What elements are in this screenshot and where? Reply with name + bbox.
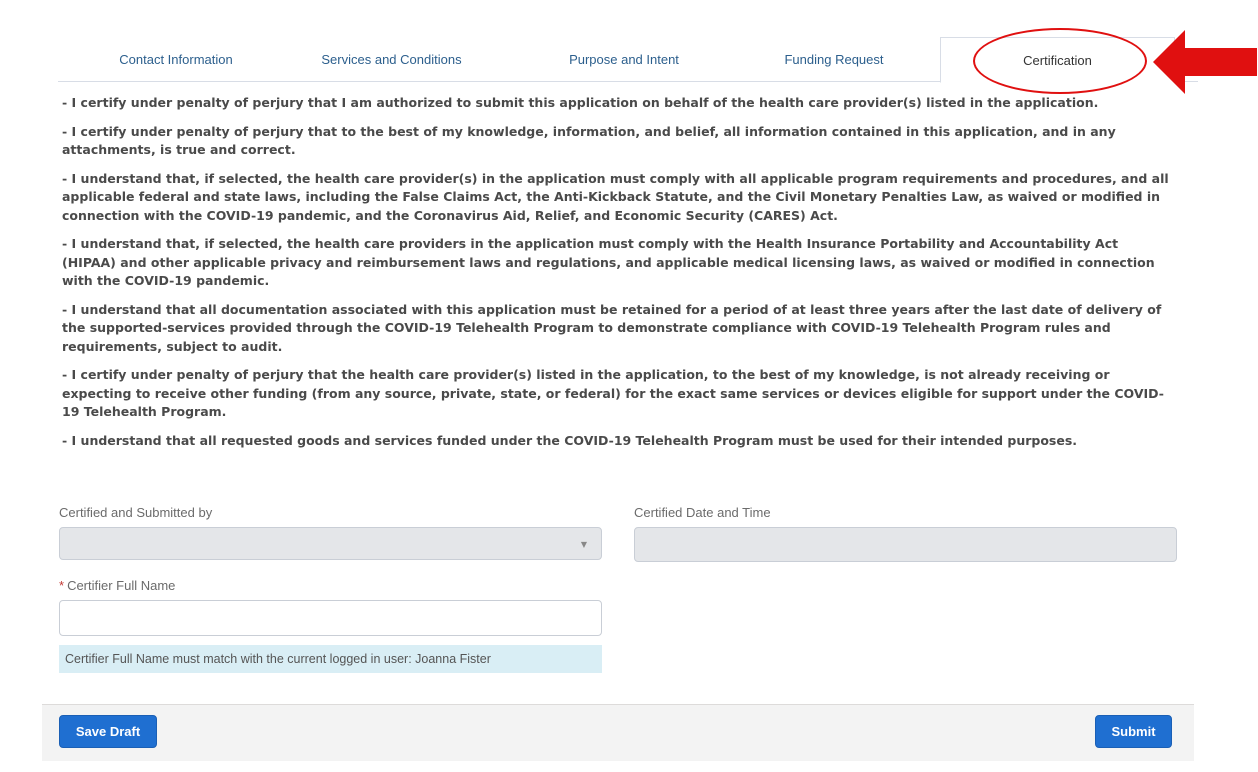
certification-statement: - I understand that all documentation as… [62,301,1162,354]
certification-statement: - I understand that all requested goods … [62,432,1078,448]
certified-date-field [634,527,1177,562]
tab-contact-information[interactable]: Contact Information [58,37,294,81]
tab-services-and-conditions[interactable]: Services and Conditions [294,37,489,81]
certified-date-label: Certified Date and Time [634,505,771,520]
certification-statements: - I certify under penalty of perjury tha… [62,94,1172,460]
tab-label: Funding Request [784,51,884,67]
chevron-down-icon: ▼ [580,540,587,549]
certification-statement: - I certify under penalty of perjury tha… [62,367,1164,419]
certified-by-select[interactable]: ▼ [59,527,602,560]
certification-statement: - I understand that, if selected, the he… [62,236,1155,288]
arrow-left-icon [1153,30,1257,94]
certified-by-label: Certified and Submitted by [59,505,213,520]
certifier-name-hint: Certifier Full Name must match with the … [59,645,602,673]
tab-bar: Contact Information Services and Conditi… [58,37,1198,83]
tab-label: Contact Information [119,51,233,67]
tab-label: Services and Conditions [321,51,462,67]
tab-purpose-and-intent[interactable]: Purpose and Intent [526,37,722,81]
required-marker: * [59,578,65,593]
certifier-full-name-input[interactable] [59,600,602,636]
certifier-name-label-text: Certifier Full Name [67,578,176,593]
tab-certification[interactable]: Certification [940,37,1175,83]
certification-statement: - I certify under penalty of perjury tha… [62,95,1099,110]
submit-button[interactable]: Submit [1095,715,1172,748]
certification-statement: - I certify under penalty of perjury tha… [62,123,1116,158]
save-draft-button[interactable]: Save Draft [59,715,157,748]
tab-funding-request[interactable]: Funding Request [744,37,924,81]
form-footer [42,704,1194,761]
tab-label: Certification [1023,52,1092,68]
certifier-name-label: * Certifier Full Name [59,578,175,593]
certification-statement: - I understand that, if selected, the he… [62,170,1169,223]
tab-label: Purpose and Intent [569,51,679,67]
